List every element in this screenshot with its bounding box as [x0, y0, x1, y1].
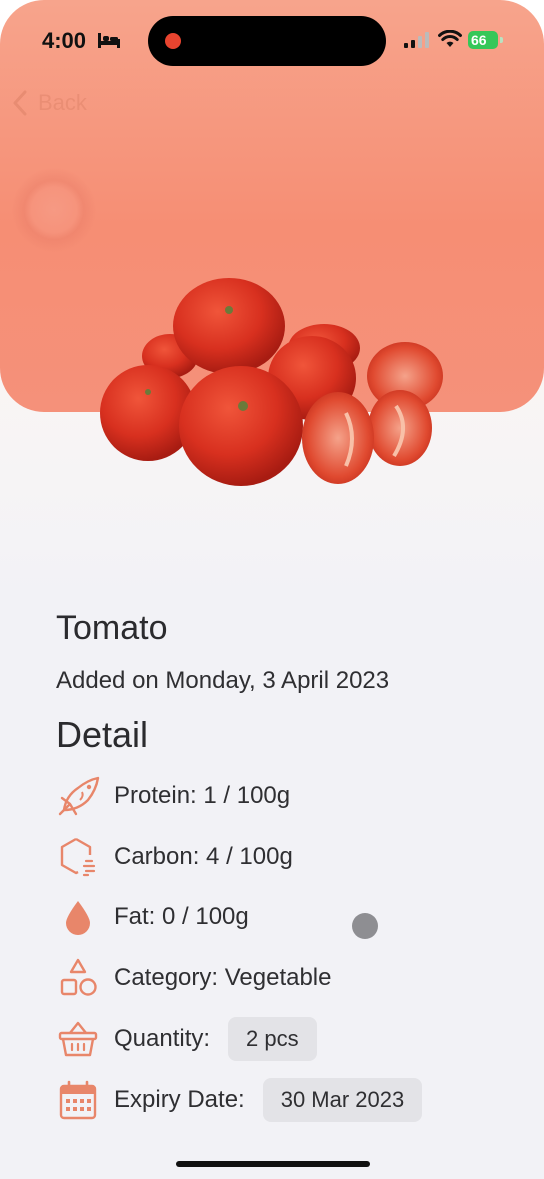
bed-icon	[98, 33, 120, 48]
battery-indicator: 66	[468, 31, 498, 49]
category-label: Category: Vegetable	[114, 964, 332, 991]
expiry-row: Expiry Date: 30 Mar 2023	[56, 1075, 423, 1125]
chevron-left-icon	[13, 90, 27, 116]
quantity-row: Quantity: 2 pcs	[56, 1014, 317, 1064]
drop-icon	[66, 901, 90, 935]
home-indicator[interactable]	[176, 1161, 370, 1167]
quantity-label: Quantity:	[114, 1025, 211, 1052]
detail-heading: Detail	[56, 714, 149, 755]
back-label: Back	[38, 90, 87, 115]
food-name: Tomato	[56, 609, 168, 647]
touch-pointer	[352, 913, 378, 939]
carbon-row: Carbon: 4 / 100g	[56, 832, 293, 882]
protein-label: Protein: 1 / 100g	[114, 782, 291, 809]
expiry-label: Expiry Date:	[114, 1086, 245, 1113]
recording-dot-icon	[165, 33, 181, 49]
added-date: Added on Monday, 3 April 2023	[56, 667, 390, 694]
category-row: Category: Vegetable	[56, 953, 332, 1003]
expiry-date-field[interactable]: 30 Mar 2023	[262, 1078, 423, 1122]
fish-icon	[58, 776, 100, 816]
protein-row: Protein: 1 / 100g	[56, 771, 290, 821]
hexagon-icon	[60, 837, 96, 877]
carbon-label: Carbon: 4 / 100g	[114, 843, 293, 870]
wifi-icon	[438, 30, 462, 47]
cellular-signal-icon	[404, 32, 429, 48]
back-button[interactable]: Back	[12, 90, 87, 116]
tomato-image	[100, 278, 443, 486]
calendar-icon	[59, 1080, 97, 1120]
battery-cap	[500, 37, 503, 43]
fat-row: Fat: 0 / 100g	[56, 892, 249, 942]
fat-label: Fat: 0 / 100g	[114, 903, 249, 930]
dynamic-island	[148, 16, 386, 66]
status-time: 4:00	[42, 28, 87, 53]
basket-icon	[58, 1021, 98, 1057]
quantity-value-field[interactable]: 2 pcs	[228, 1017, 317, 1061]
touch-indicator	[12, 168, 96, 252]
shapes-icon	[60, 958, 97, 996]
